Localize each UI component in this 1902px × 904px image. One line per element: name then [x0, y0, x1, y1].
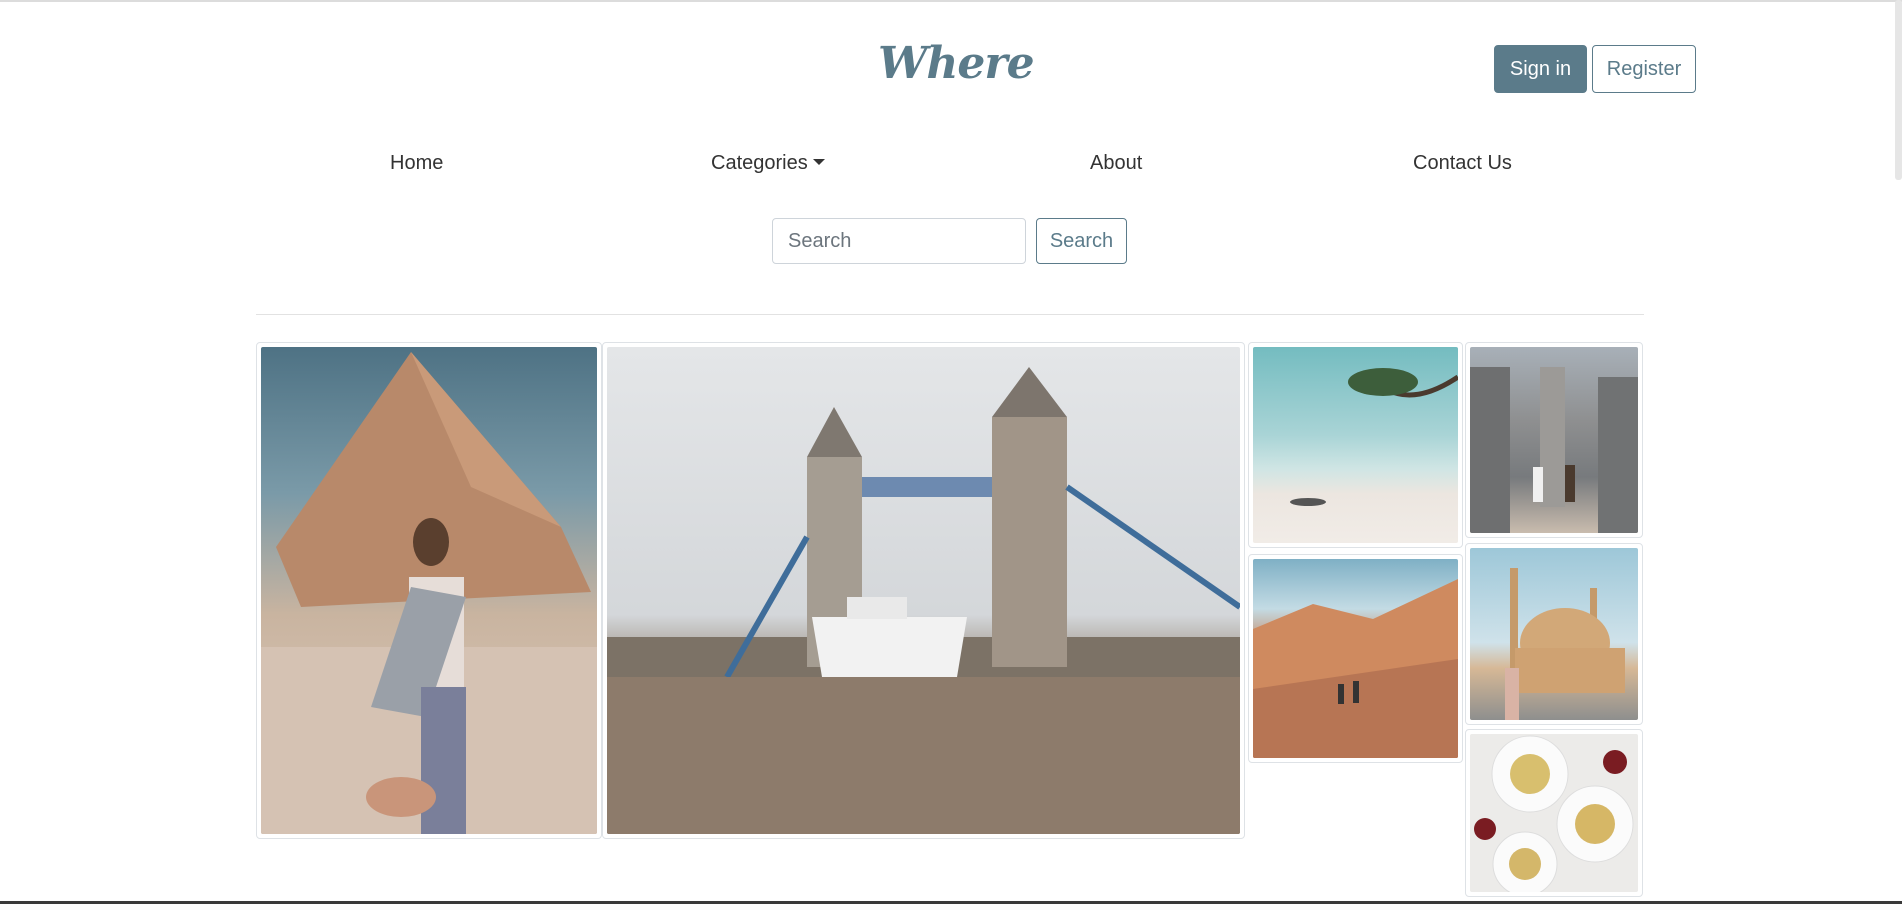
gallery-item[interactable] [602, 342, 1245, 839]
nav-item-home[interactable]: Home [390, 152, 443, 175]
temple-couple-photo [1470, 347, 1638, 533]
nav-item-label: Contact Us [1413, 152, 1512, 174]
search-input[interactable] [772, 218, 1026, 264]
nav-item-label: Home [390, 152, 444, 174]
nav-item-categories[interactable]: Categories [711, 152, 825, 175]
top-border [0, 0, 1902, 2]
canyon-couple-photo [1253, 559, 1458, 758]
search-button[interactable]: Search [1036, 218, 1127, 264]
nav-item-label: About [1090, 152, 1143, 174]
nav-item-contact[interactable]: Contact Us [1413, 152, 1512, 175]
gallery-item[interactable] [1465, 342, 1643, 538]
gallery-item[interactable] [256, 342, 602, 839]
page-scrollbar[interactable] [1895, 0, 1902, 180]
pyramid-woman-photo [261, 347, 597, 834]
gallery-item[interactable] [1248, 554, 1463, 763]
gallery-item[interactable] [1465, 729, 1643, 897]
gallery-item[interactable] [1465, 543, 1643, 725]
sign-in-button[interactable]: Sign in [1494, 45, 1587, 93]
caret-down-icon [812, 159, 825, 165]
site-logo[interactable]: Where [878, 38, 1035, 89]
palm-beach-photo [1253, 347, 1458, 543]
nav-item-about[interactable]: About [1090, 152, 1142, 175]
header-divider [256, 314, 1644, 315]
nav-item-label: Categories [711, 152, 808, 174]
pasta-dinner-photo [1470, 734, 1638, 892]
register-button[interactable]: Register [1592, 45, 1696, 93]
tower-bridge-photo [607, 347, 1240, 834]
mosque-woman-photo [1470, 548, 1638, 720]
gallery-item[interactable] [1248, 342, 1463, 548]
